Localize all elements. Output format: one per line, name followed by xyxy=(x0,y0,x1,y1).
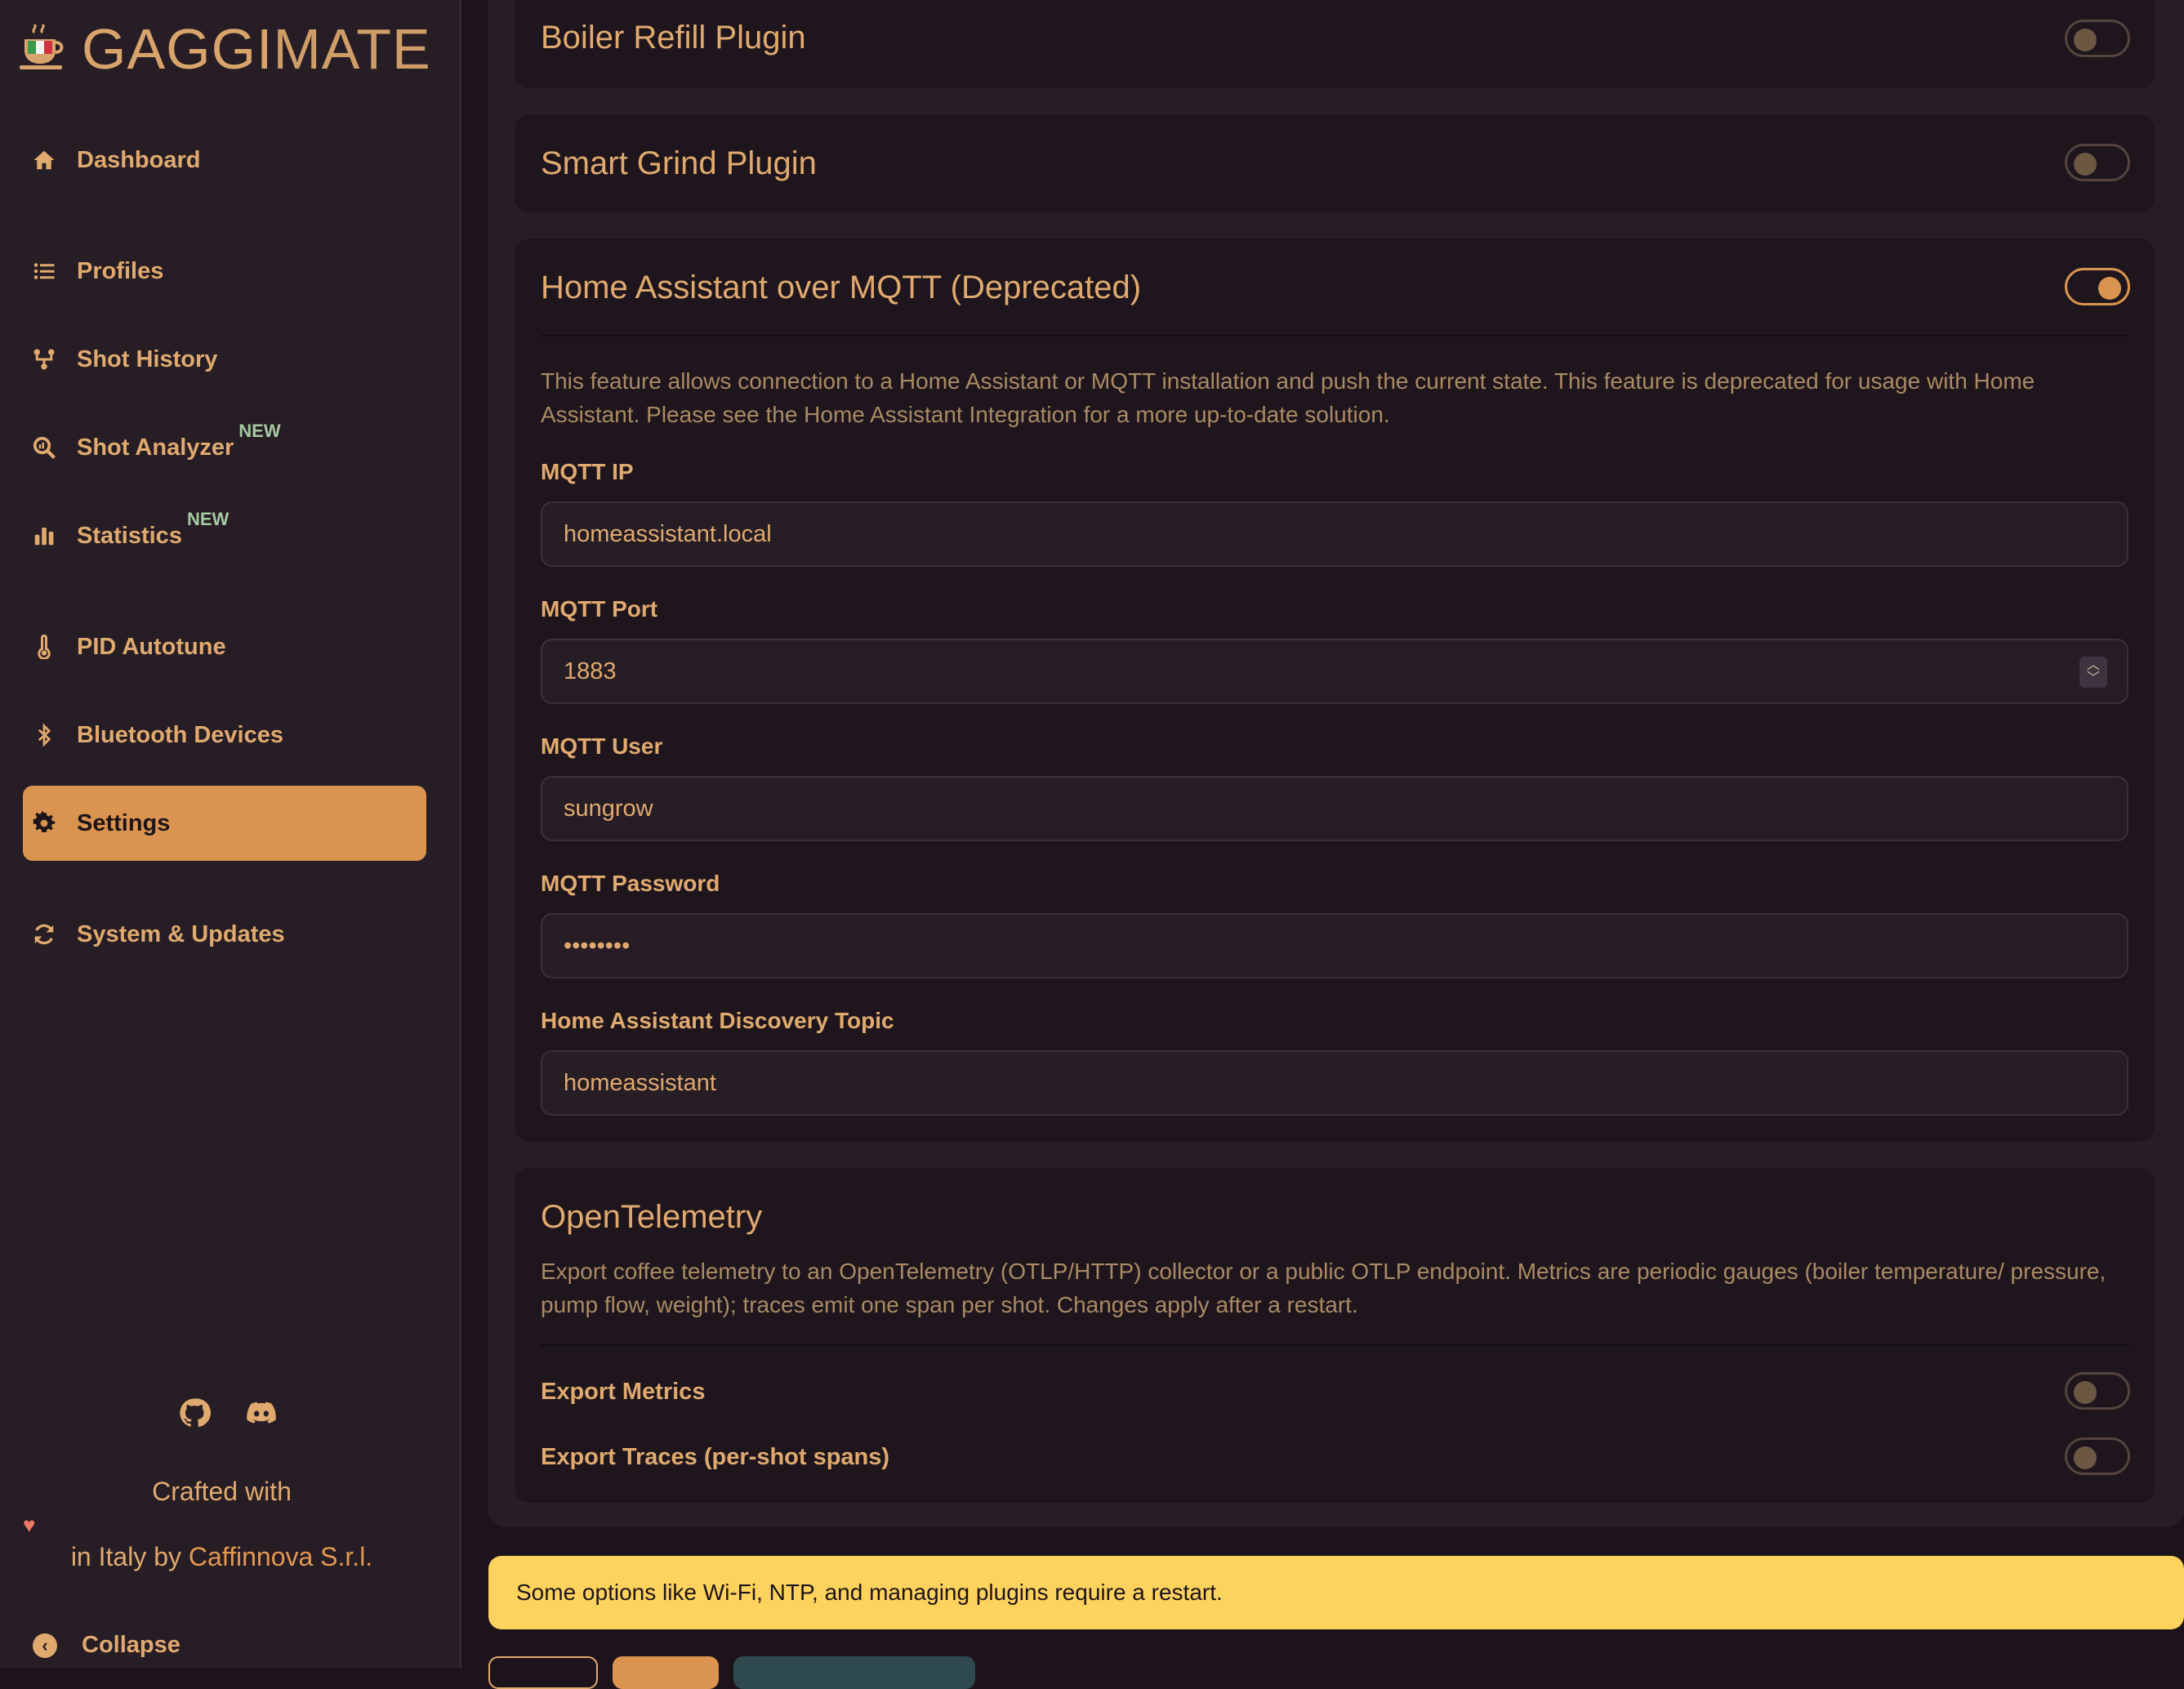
gear-icon xyxy=(18,811,70,836)
save-button[interactable] xyxy=(613,1656,719,1689)
card-description: Export coffee telemetry to an OpenTeleme… xyxy=(541,1259,2106,1317)
bar-chart-icon xyxy=(18,524,70,548)
sidebar-item-settings[interactable]: Settings xyxy=(23,786,426,861)
sidebar-item-label: Dashboard xyxy=(77,146,201,173)
sidebar-item-label: Shot History xyxy=(77,345,218,372)
crafted-in-italy-text: in Italy by Caffinnova S.r.l. xyxy=(70,1542,373,1571)
sidebar-item-label: PID Autotune xyxy=(77,633,226,660)
card-description: This feature allows connection to a Home… xyxy=(541,368,2035,427)
sidebar-item-system-updates[interactable]: System & Updates xyxy=(23,897,426,972)
toggle-knob xyxy=(2098,277,2121,300)
mqtt-password-input[interactable]: •••••••• xyxy=(541,913,2128,978)
number-spinner-icon[interactable]: ︿ ﹀ xyxy=(2079,657,2107,688)
field-label: Home Assistant Discovery Topic xyxy=(541,1008,894,1033)
sidebar-item-bluetooth-devices[interactable]: Bluetooth Devices xyxy=(23,697,426,773)
chevron-left-icon: ‹ xyxy=(33,1633,57,1658)
sidebar-item-label: Statistics xyxy=(77,522,182,549)
field-label: MQTT Port xyxy=(541,596,658,622)
collapse-label: Collapse xyxy=(82,1632,181,1658)
sidebar-item-statistics[interactable]: Statistics NEW xyxy=(23,498,426,573)
thermometer-icon xyxy=(18,635,70,659)
discovery-topic-input[interactable]: homeassistant xyxy=(541,1050,2128,1116)
card-title: OpenTelemetry xyxy=(541,1199,763,1235)
boiler-refill-card: Boiler Refill Plugin xyxy=(515,0,2155,88)
history-icon xyxy=(18,347,70,372)
collapse-button[interactable]: ‹ Collapse xyxy=(33,1632,181,1659)
back-button[interactable] xyxy=(488,1656,598,1689)
sidebar-item-dashboard[interactable]: Dashboard xyxy=(23,123,426,198)
social-links xyxy=(178,1397,278,1429)
analyzer-icon xyxy=(18,435,70,460)
sidebar-item-label: System & Updates xyxy=(77,920,285,947)
opentelemetry-card: OpenTelemetry Export coffee telemetry to… xyxy=(515,1168,2155,1503)
github-icon[interactable] xyxy=(178,1397,211,1429)
mqtt-user-input[interactable]: sungrow xyxy=(541,776,2128,841)
field-label: MQTT Password xyxy=(541,871,720,896)
sidebar-item-shot-analyzer[interactable]: Shot Analyzer NEW xyxy=(23,410,426,485)
list-icon xyxy=(18,259,70,283)
export-metrics-label: Export Metrics xyxy=(541,1379,706,1405)
crafted-with-text: Crafted with xyxy=(152,1477,292,1506)
card-title: Smart Grind Plugin xyxy=(541,145,817,181)
save-and-restart-button[interactable] xyxy=(733,1656,975,1689)
divider xyxy=(541,1344,2128,1346)
field-label: MQTT User xyxy=(541,733,663,759)
card-title: Boiler Refill Plugin xyxy=(541,20,806,56)
toggle-knob xyxy=(2074,1381,2097,1404)
sidebar-item-profiles[interactable]: Profiles xyxy=(23,234,426,309)
mqtt-ip-input[interactable]: homeassistant.local xyxy=(541,501,2128,567)
toggle-knob xyxy=(2074,153,2097,176)
field-label: MQTT IP xyxy=(541,459,634,484)
sidebar-item-label: Settings xyxy=(77,809,171,836)
mqtt-port-value: 1883 xyxy=(564,657,617,684)
smart-grind-toggle[interactable] xyxy=(2065,144,2130,181)
card-title: Home Assistant over MQTT (Deprecated) xyxy=(541,270,1142,305)
bluetooth-icon xyxy=(18,723,70,747)
toggle-knob xyxy=(2074,1446,2097,1469)
discord-icon[interactable] xyxy=(245,1397,278,1429)
restart-notice: Some options like Wi-Fi, NTP, and managi… xyxy=(488,1556,2184,1629)
coffee-cup-logo-icon xyxy=(20,23,64,69)
logo[interactable]: GAGGIMATE xyxy=(18,17,431,81)
sidebar: GAGGIMATE Dashboard Profiles Shot Histor… xyxy=(0,0,461,1668)
home-icon xyxy=(18,148,70,172)
company-link[interactable]: Caffinnova S.r.l. xyxy=(189,1542,372,1571)
sidebar-item-pid-autotune[interactable]: PID Autotune xyxy=(23,609,426,684)
logo-text: GAGGIMATE xyxy=(82,17,431,81)
new-badge: NEW xyxy=(186,509,230,529)
toggle-knob xyxy=(2074,29,2097,51)
heart-icon: ♥ xyxy=(23,1513,36,1537)
sidebar-item-shot-history[interactable]: Shot History xyxy=(23,322,426,397)
export-traces-toggle[interactable] xyxy=(2065,1437,2130,1475)
divider xyxy=(541,335,2128,336)
mqtt-port-input[interactable]: 1883 ︿ ﹀ xyxy=(541,639,2128,704)
new-badge: NEW xyxy=(238,421,281,441)
smart-grind-card: Smart Grind Plugin xyxy=(515,114,2155,212)
sidebar-item-label: Profiles xyxy=(77,257,164,284)
sidebar-item-label: Shot Analyzer xyxy=(77,434,234,461)
home-assistant-card: Home Assistant over MQTT (Deprecated) Th… xyxy=(515,238,2155,1142)
export-metrics-toggle[interactable] xyxy=(2065,1372,2130,1410)
refresh-icon xyxy=(18,922,70,947)
sidebar-item-label: Bluetooth Devices xyxy=(77,721,283,748)
export-traces-label: Export Traces (per-shot spans) xyxy=(541,1444,890,1470)
home-assistant-toggle[interactable] xyxy=(2065,268,2130,305)
boiler-refill-toggle[interactable] xyxy=(2065,20,2130,57)
